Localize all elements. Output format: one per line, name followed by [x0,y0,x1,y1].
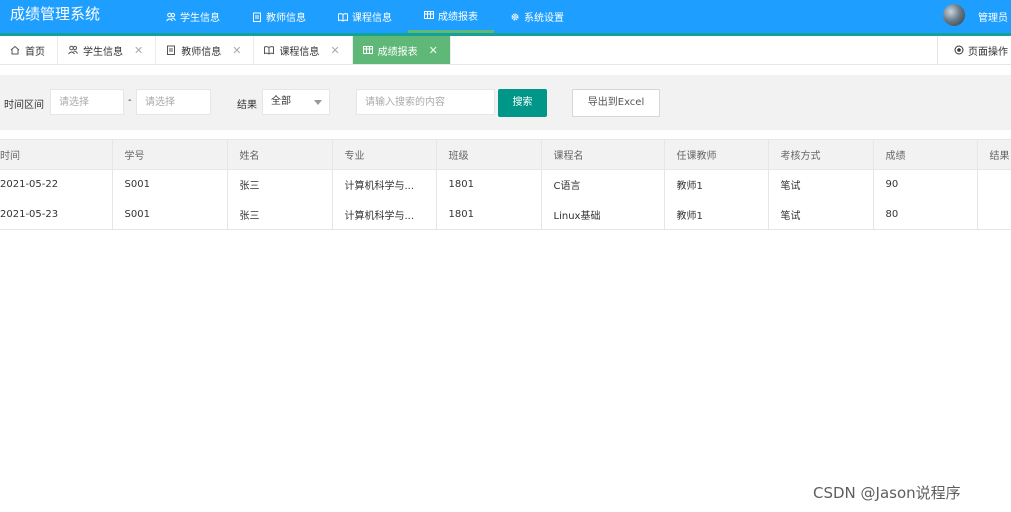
table-icon [362,46,373,54]
result-select-value: 全部 [271,96,291,107]
topnav-label: 课程信息 [352,13,392,24]
table-cell: Linux基础 [540,199,665,230]
topnav-student-info[interactable]: 学生信息 [150,0,236,33]
table-cell: 1801 [435,169,542,200]
score-table: 时间 学号 姓名 专业 班级 课程名 任课教师 考核方式 成绩 结果 2021-… [0,139,1011,230]
tab-home[interactable]: 首页 [0,36,58,64]
table-cell: 笔试 [767,199,874,230]
topnav-score-report[interactable]: 成绩报表 [408,0,494,33]
close-icon[interactable]: ✕ [134,44,143,57]
tab-label: 学生信息 [83,46,123,58]
table-row[interactable]: 2021-05-23 S001 张三 计算机科学与... 1801 Linux基… [0,199,1011,230]
column-header[interactable]: 考核方式 [767,139,874,170]
tab-list: 首页 学生信息 ✕ 教师信息 ✕ 课程信息 ✕ 成绩报表 ✕ [0,36,451,64]
table-cell [976,199,1011,230]
tab-teacher-info[interactable]: 教师信息 ✕ [156,36,255,64]
home-icon [10,45,20,55]
column-header[interactable]: 成绩 [872,139,978,170]
table-cell: S001 [111,169,228,200]
table-cell: S001 [111,199,228,230]
chevron-down-icon [314,100,322,105]
column-header[interactable]: 结果 [976,139,1011,170]
result-label: 结果 [237,100,257,111]
column-header[interactable]: 课程名 [540,139,665,170]
watermark: CSDN @Jason说程序 [813,484,961,502]
topnav-label: 教师信息 [266,13,306,24]
export-excel-button[interactable]: 导出到Excel [572,89,660,117]
topnav-course-info[interactable]: 课程信息 [322,0,408,33]
table-cell: 计算机科学与... [331,169,437,200]
tab-score-report[interactable]: 成绩报表 ✕ [352,36,451,64]
table-cell [976,169,1011,200]
table-row[interactable]: 2021-05-22 S001 张三 计算机科学与... 1801 C语言 教师… [0,169,1011,200]
search-input[interactable] [356,89,495,115]
date-separator: - [128,95,132,106]
result-select[interactable]: 全部 [262,89,330,115]
tab-label: 课程信息 [279,46,320,58]
search-button[interactable]: 搜索 [498,89,547,117]
tab-label: 成绩报表 [377,46,418,58]
table-cell: 2021-05-23 [0,199,113,230]
column-header[interactable]: 学号 [111,139,228,170]
users-icon [166,12,176,21]
table-cell: 80 [872,199,978,230]
close-icon[interactable]: ✕ [429,44,438,57]
admin-menu[interactable]: 管理员 [978,9,1008,24]
users-icon [68,45,78,55]
tab-label: 首页 [25,46,45,58]
tab-course-info[interactable]: 课程信息 ✕ [254,36,353,64]
clipboard-icon [167,45,176,55]
top-header: 成绩管理系统 学生信息 教师信息 课程信息 成绩报表 系统设置 管理员 [0,0,1011,36]
book-icon [264,46,275,55]
table-cell: 张三 [226,169,333,200]
table-cell: C语言 [540,169,665,200]
close-icon[interactable]: ✕ [330,44,339,57]
topnav-label: 系统设置 [524,13,564,24]
topnav-label: 成绩报表 [438,11,478,23]
top-navigation: 学生信息 教师信息 课程信息 成绩报表 系统设置 [150,0,580,33]
topnav-label: 学生信息 [180,13,220,24]
page-operations-button[interactable]: 页面操作 [937,36,1011,64]
topnav-system-settings[interactable]: 系统设置 [494,0,580,33]
clipboard-icon [253,12,261,22]
table-cell: 2021-05-22 [0,169,113,200]
table-cell: 张三 [226,199,333,230]
start-date-input[interactable] [50,89,124,115]
radio-target-icon [954,45,964,55]
app-title: 成绩管理系统 [10,5,101,23]
column-header[interactable]: 专业 [331,139,437,170]
tabs-bar: 首页 学生信息 ✕ 教师信息 ✕ 课程信息 ✕ 成绩报表 ✕ 页面操作 [0,36,1011,65]
column-header[interactable]: 任课教师 [663,139,769,170]
book-icon [338,12,348,22]
avatar[interactable] [943,4,965,26]
tab-label: 教师信息 [181,46,222,58]
close-icon[interactable]: ✕ [232,44,241,57]
time-range-label: 时间区间 [4,100,44,111]
table-cell: 笔试 [767,169,874,200]
tab-student-info[interactable]: 学生信息 ✕ [58,36,157,64]
end-date-input[interactable] [136,89,211,115]
filter-panel: 时间区间 - 结果 全部 搜索 导出到Excel [0,75,1011,130]
table-icon [424,11,434,19]
page-operations-label: 页面操作 [968,46,1008,58]
topnav-teacher-info[interactable]: 教师信息 [236,0,322,33]
table-cell: 1801 [435,199,542,230]
table-cell: 教师1 [663,169,769,200]
column-header[interactable]: 班级 [435,139,542,170]
table-cell: 90 [872,169,978,200]
table-header-row: 时间 学号 姓名 专业 班级 课程名 任课教师 考核方式 成绩 结果 [0,139,1011,170]
table-cell: 教师1 [663,199,769,230]
gear-icon [511,13,519,20]
table-cell: 计算机科学与... [331,199,437,230]
column-header[interactable]: 姓名 [226,139,333,170]
column-header[interactable]: 时间 [0,139,113,170]
